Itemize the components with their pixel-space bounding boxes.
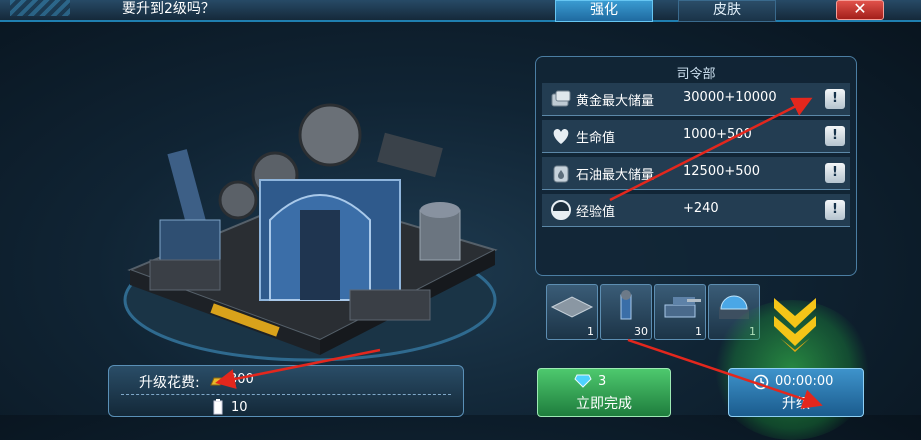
unlock-slot[interactable]: 1 (546, 284, 598, 340)
gold-cost: 300 (229, 372, 254, 387)
oil-storage-icon (553, 165, 569, 183)
down-chevron-icon (774, 298, 816, 352)
upgrade-timer: 00:00:00 (775, 374, 834, 389)
experience-icon (551, 200, 571, 220)
stat-value: 30000+10000 (683, 90, 777, 105)
battery-icon (213, 399, 223, 415)
instant-complete-button[interactable]: 3 立即完成 (537, 368, 671, 417)
slot-count: 30 (634, 325, 648, 338)
upgrade-button[interactable]: 00:00:00 升级 (728, 368, 864, 417)
instant-complete-label: 立即完成 (576, 396, 632, 412)
unlock-slot[interactable]: 1 (654, 284, 706, 340)
tab-skin[interactable]: 皮肤 (678, 0, 776, 22)
info-button[interactable]: ! (825, 89, 845, 109)
stat-name: 生命值 (576, 131, 616, 146)
clock-icon (753, 374, 769, 390)
upgrade-cost-panel: 升级花费: 300 10 (108, 365, 464, 417)
gem-icon (574, 374, 592, 388)
stat-row-experience: 经验值 +240 ! (542, 194, 850, 227)
close-x-icon: ✕ (853, 0, 867, 18)
tank-turret-icon (664, 297, 701, 318)
stat-name: 经验值 (576, 205, 616, 220)
cost-label: 升级花费: (139, 375, 200, 391)
unlock-slot[interactable]: 30 (600, 284, 652, 340)
floor-tile-icon (550, 296, 594, 318)
info-button[interactable]: ! (825, 163, 845, 183)
tab-upgrade[interactable]: 强化 (555, 0, 653, 22)
stats-panel: 司令部 黄金最大储量 30000+10000 ! 生命值 1000+500 ! … (535, 56, 857, 276)
stat-row-gold-storage: 黄金最大储量 30000+10000 ! (542, 83, 850, 116)
close-button[interactable]: ✕ (836, 0, 884, 20)
page-title: 要升到2级吗？ (122, 1, 215, 17)
stat-row-health: 生命值 1000+500 ! (542, 120, 850, 153)
header-decoration (10, 0, 70, 16)
tower-unit-icon (620, 290, 632, 320)
info-button[interactable]: ! (825, 126, 845, 146)
top-bar: 要升到2级吗？ 强化 皮肤 ✕ (0, 0, 921, 22)
stat-value: +240 (683, 201, 719, 216)
gold-storage-icon (551, 90, 571, 107)
slot-count: 1 (587, 325, 594, 338)
panel-title: 司令部 (676, 67, 716, 82)
gem-cost: 3 (598, 374, 607, 389)
stat-value: 12500+500 (683, 164, 761, 179)
stat-name: 石油最大储量 (576, 168, 655, 183)
stat-row-oil-storage: 石油最大储量 12500+500 ! (542, 157, 850, 190)
heart-icon (553, 129, 569, 144)
stat-name: 黄金最大储量 (576, 94, 655, 109)
info-button[interactable]: ! (825, 200, 845, 220)
upgrade-label: 升级 (782, 396, 810, 412)
slot-count: 1 (695, 325, 702, 338)
command-center-building-image (123, 103, 498, 362)
battery-cost: 10 (231, 400, 248, 415)
stat-value: 1000+500 (683, 127, 752, 142)
gold-bar-icon (210, 377, 224, 386)
cost-divider (121, 394, 451, 396)
